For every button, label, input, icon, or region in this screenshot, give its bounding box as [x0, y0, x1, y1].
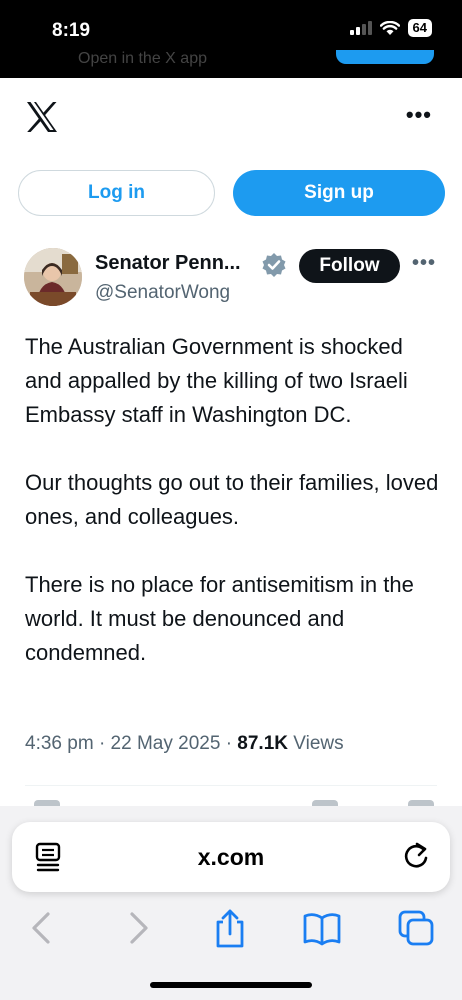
x-header: ••• — [0, 78, 462, 160]
views-count: 87.1K — [237, 733, 288, 754]
tweet-paragraph: Our thoughts go out to their families, l… — [25, 470, 439, 529]
wifi-icon — [379, 20, 400, 35]
more-icon[interactable]: ••• — [406, 102, 432, 128]
share-icon[interactable] — [210, 908, 250, 948]
tweet-date[interactable]: 22 May 2025 — [111, 733, 221, 754]
tweet-paragraph: The Australian Government is shocked and… — [25, 334, 408, 427]
meta-separator: · — [225, 733, 238, 754]
open-app-button[interactable] — [336, 50, 434, 64]
author-name[interactable]: Senator Penn... — [95, 252, 241, 275]
author-handle[interactable]: @SenatorWong — [95, 282, 230, 304]
cellular-signal-icon — [349, 21, 372, 35]
tweet-text: The Australian Government is shocked and… — [25, 330, 445, 670]
tweet-more-icon[interactable]: ••• — [412, 252, 436, 275]
tweet-paragraph: There is no place for antisemitism in th… — [25, 572, 414, 665]
home-indicator[interactable] — [150, 982, 312, 988]
signup-button[interactable]: Sign up — [233, 170, 445, 216]
login-button[interactable]: Log in — [18, 170, 215, 216]
back-icon[interactable] — [22, 908, 62, 948]
status-icons: 64 — [349, 19, 432, 37]
forward-icon[interactable] — [118, 908, 158, 948]
status-bar: 8:19 64 Open in the X app — [0, 0, 462, 78]
reload-icon[interactable] — [402, 841, 430, 871]
url-text[interactable]: x.com — [12, 844, 450, 871]
avatar-image — [24, 248, 82, 306]
follow-button[interactable]: Follow — [299, 249, 400, 283]
views-label: Views — [293, 733, 344, 754]
address-bar[interactable]: x.com — [12, 822, 450, 892]
avatar[interactable] — [24, 248, 82, 306]
verified-badge-icon — [262, 253, 286, 277]
meta-separator: · — [98, 733, 111, 754]
tabs-icon[interactable] — [396, 908, 436, 948]
open-in-app-banner[interactable]: Open in the X app — [78, 50, 207, 68]
tweet-time[interactable]: 4:36 pm — [25, 733, 94, 754]
x-logo-icon[interactable] — [26, 102, 58, 132]
battery-icon: 64 — [407, 19, 432, 37]
status-time: 8:19 — [52, 20, 91, 41]
divider — [25, 785, 437, 786]
bookmarks-icon[interactable] — [302, 908, 342, 948]
browser-toolbar — [0, 900, 462, 956]
tweet-meta: 4:36 pm · 22 May 2025 · 87.1K Views — [25, 733, 344, 755]
